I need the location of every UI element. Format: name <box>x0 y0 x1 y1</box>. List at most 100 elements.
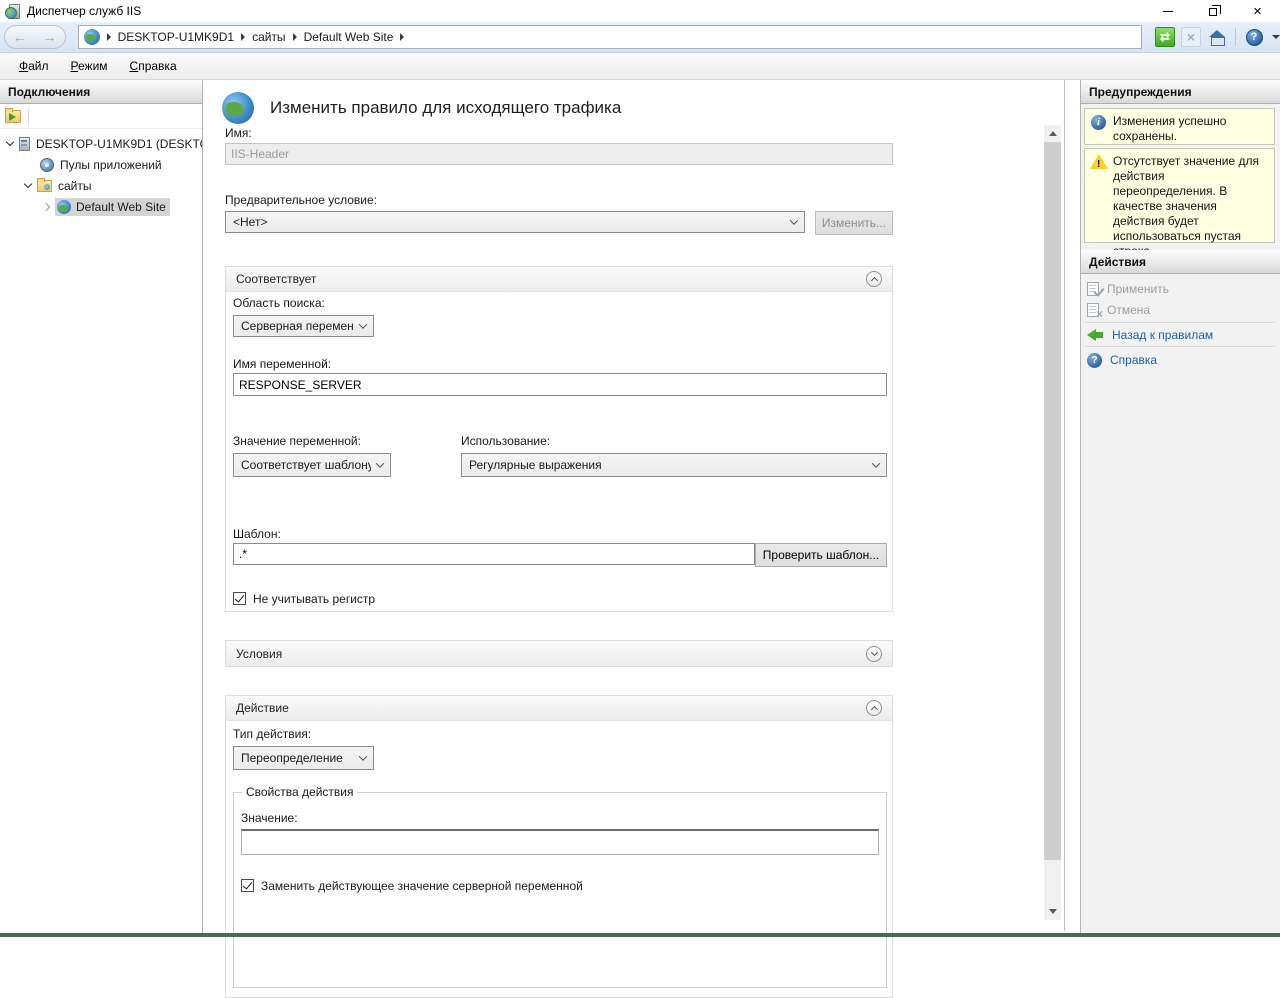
scroll-down-button[interactable] <box>1044 903 1061 920</box>
tree-item-default-web-site[interactable]: Default Web Site <box>0 196 202 217</box>
connect-folder-icon[interactable] <box>5 110 21 123</box>
chevron-down-icon <box>359 320 367 328</box>
usage-label: Использование: <box>461 434 550 448</box>
expand-button[interactable] <box>866 646 882 662</box>
chevron-up-icon <box>870 706 877 713</box>
variable-value-label: Значение переменной: <box>233 434 361 448</box>
expander-open-icon[interactable] <box>24 180 32 188</box>
cancel-label: Отмена <box>1107 303 1150 317</box>
tree-item-app-pools[interactable]: Пулы приложений <box>0 154 202 175</box>
action-type-value: Переопределение <box>241 751 354 765</box>
menu-help[interactable]: Справка <box>119 54 188 78</box>
variable-name-input[interactable] <box>233 373 887 396</box>
site-globe-icon <box>84 29 100 45</box>
conditions-section-header[interactable]: Условия <box>226 641 892 666</box>
help-link[interactable]: ? Справка <box>1087 351 1157 369</box>
precondition-label: Предварительное условие: <box>225 193 377 207</box>
chevron-down-icon <box>790 216 798 224</box>
tree-item-sites[interactable]: сайты <box>0 175 202 196</box>
action-properties-legend: Свойства действия <box>242 785 357 799</box>
conditions-section-title: Условия <box>236 647 282 661</box>
apply-icon <box>1087 282 1099 296</box>
restore-button[interactable] <box>1190 0 1235 22</box>
vertical-scrollbar[interactable] <box>1044 125 1061 920</box>
cancel-button[interactable]: Отмена <box>1087 301 1150 319</box>
back-button[interactable]: ← <box>9 30 31 44</box>
divider <box>1085 346 1275 347</box>
precondition-value: <Нет> <box>233 215 785 229</box>
replace-value-checkbox[interactable] <box>241 879 254 892</box>
variable-value-select[interactable]: Соответствует шаблону <box>233 453 391 477</box>
variable-value-value: Соответствует шаблону <box>241 458 371 472</box>
arrow-up-icon <box>1049 131 1057 136</box>
stop-button[interactable]: × <box>1181 27 1201 47</box>
name-input[interactable] <box>225 143 893 165</box>
breadcrumb-server[interactable]: DESKTOP-U1MK9D1 <box>118 30 234 44</box>
nav-history-buttons: ← → <box>4 25 66 49</box>
warning-icon <box>1090 154 1108 170</box>
home-button[interactable] <box>1207 27 1227 47</box>
menu-bar: Файл Режим Справка <box>0 53 1280 80</box>
precondition-select[interactable]: <Нет> <box>225 211 805 233</box>
collapse-button[interactable] <box>866 271 882 287</box>
back-arrow-icon <box>1087 329 1104 341</box>
expander-open-icon[interactable] <box>6 138 14 146</box>
value-label: Значение: <box>241 811 298 825</box>
close-button[interactable]: × <box>1235 0 1280 22</box>
value-input[interactable] <box>241 829 879 855</box>
app-pools-icon <box>40 158 54 172</box>
breadcrumb-arrow-icon <box>107 33 111 41</box>
connections-header: Подключения <box>0 80 202 104</box>
tree-item-server[interactable]: DESKTOP-U1MK9D1 (DESKTOI <box>0 133 202 154</box>
actions-header: Действия <box>1081 250 1280 274</box>
usage-select[interactable]: Регулярные выражения <box>461 453 887 477</box>
help-icon: ? <box>1246 29 1263 46</box>
chevron-up-icon <box>870 277 877 284</box>
info-icon: i <box>1091 115 1106 130</box>
apply-button[interactable]: Применить <box>1087 280 1169 298</box>
scroll-up-button[interactable] <box>1044 125 1061 142</box>
selected-tree-item[interactable]: Default Web Site <box>55 198 170 216</box>
edit-precondition-button[interactable]: Изменить... <box>815 211 893 235</box>
server-icon <box>19 137 30 151</box>
refresh-button[interactable]: ⇄ <box>1155 27 1175 47</box>
conditions-section: Условия <box>225 640 893 667</box>
collapse-button[interactable] <box>866 700 882 716</box>
tree-item-label: Default Web Site <box>76 200 166 214</box>
warnings-header: Предупреждения <box>1081 80 1280 104</box>
chevron-down-icon <box>359 752 367 760</box>
title-bar: Диспетчер служб IIS × <box>0 0 1280 22</box>
back-to-rules-link[interactable]: Назад к правилам <box>1087 326 1213 344</box>
pattern-input[interactable] <box>233 543 755 565</box>
help-button[interactable]: ? <box>1244 27 1264 47</box>
replace-value-label: Заменить действующее значение серверной … <box>261 879 583 893</box>
match-section-header[interactable]: Соответствует <box>226 267 892 292</box>
breadcrumb-arrow-icon <box>241 33 245 41</box>
test-pattern-button[interactable]: Проверить шаблон... <box>755 543 887 567</box>
action-section-header[interactable]: Действие <box>226 696 892 721</box>
home-icon <box>1209 30 1225 45</box>
menu-view[interactable]: Режим <box>60 54 119 78</box>
tree-item-label: DESKTOP-U1MK9D1 (DESKTOI <box>36 137 202 151</box>
back-to-rules-label: Назад к правилам <box>1112 328 1213 342</box>
ignore-case-checkbox[interactable] <box>233 592 246 605</box>
info-alert-text: Изменения успешно сохранены. <box>1113 114 1226 143</box>
help-dropdown-caret[interactable] <box>1272 35 1280 39</box>
menu-file[interactable]: Файл <box>8 54 60 78</box>
action-type-label: Тип действия: <box>233 727 311 741</box>
expander-closed-icon[interactable] <box>42 202 50 210</box>
site-globe-icon <box>57 200 71 214</box>
breadcrumb-sites[interactable]: сайты <box>252 30 286 44</box>
forward-button[interactable]: → <box>39 30 61 44</box>
breadcrumb-default-web-site[interactable]: Default Web Site <box>304 30 394 44</box>
scope-select[interactable]: Серверная переменн <box>233 315 374 337</box>
minimize-button[interactable] <box>1145 0 1190 22</box>
content-border <box>1064 80 1065 931</box>
scrollbar-thumb[interactable] <box>1044 142 1061 860</box>
page-globe-icon <box>222 92 254 124</box>
info-alert: i Изменения успешно сохранены. <box>1084 108 1275 145</box>
action-section-title: Действие <box>236 701 289 715</box>
arrow-down-icon <box>1049 909 1057 914</box>
nav-toolbar: ⇄ × ? <box>1152 27 1280 47</box>
action-type-select[interactable]: Переопределение <box>233 746 374 770</box>
